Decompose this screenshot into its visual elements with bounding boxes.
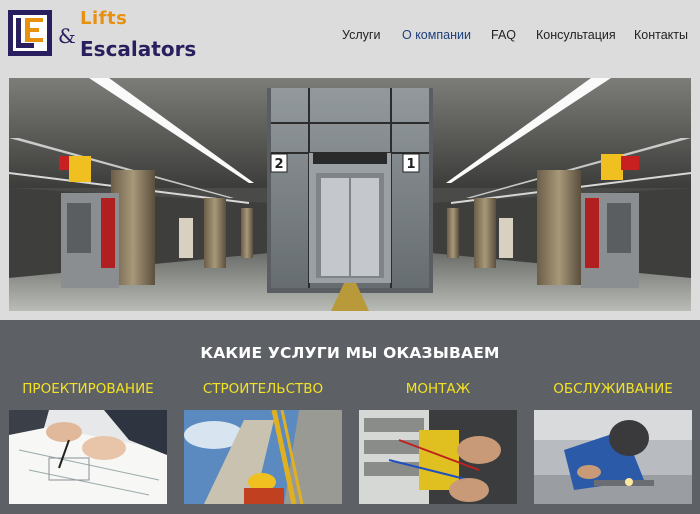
brand-name-escalators[interactable]: Escalators <box>80 37 196 61</box>
service-title-maintenance[interactable]: ОБСЛУЖИВАНИЕ <box>534 381 692 397</box>
brand-ampersand: & <box>58 24 76 48</box>
service-image-installation[interactable] <box>359 410 517 504</box>
services-heading: КАКИЕ УСЛУГИ МЫ ОКАЗЫВАЕМ <box>200 344 500 362</box>
service-title-installation[interactable]: МОНТАЖ <box>359 381 517 397</box>
service-image-design[interactable] <box>9 410 167 504</box>
level-2-label: 2 <box>274 157 283 172</box>
service-image-maintenance[interactable] <box>534 410 692 504</box>
site-header: & Lifts Escalators Услуги О компании FAQ… <box>0 0 700 70</box>
hero-station-illustration: 2 1 <box>9 78 691 311</box>
nav-link-about[interactable]: О компании <box>402 28 471 42</box>
nav-link-services[interactable]: Услуги <box>342 28 380 42</box>
nav-link-faq[interactable]: FAQ <box>491 28 516 42</box>
service-image-construction[interactable] <box>184 410 342 504</box>
logo-icon[interactable] <box>8 10 52 56</box>
service-title-construction[interactable]: СТРОИТЕЛЬСТВО <box>184 381 342 397</box>
level-1-label: 1 <box>406 157 415 172</box>
brand-name-lifts[interactable]: Lifts <box>80 8 127 29</box>
nav-link-consultation[interactable]: Консультация <box>536 28 616 42</box>
service-title-design[interactable]: ПРОЕКТИРОВАНИЕ <box>9 381 167 397</box>
nav-link-contacts[interactable]: Контакты <box>634 28 688 42</box>
hero-image: 2 1 <box>9 78 691 311</box>
